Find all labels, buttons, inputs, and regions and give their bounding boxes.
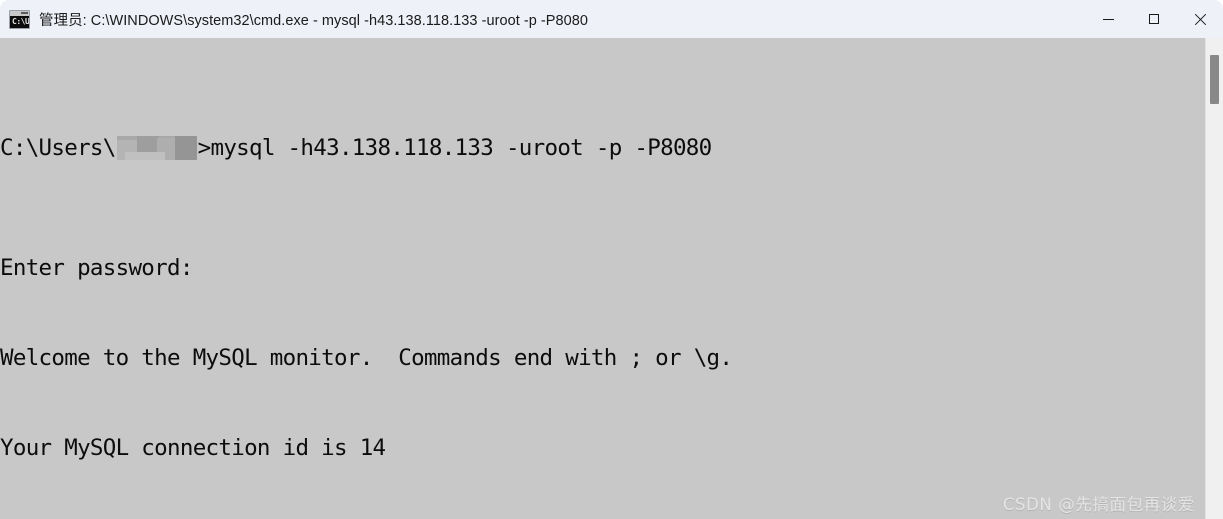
console-line: Enter password:	[0, 255, 193, 281]
console-command: mysql -h43.138.118.133 -uroot -p -P8080	[210, 135, 712, 161]
cmd-window: C:\Users\ 管理员: C:\WINDOWS\system32\cmd.e…	[0, 0, 1223, 519]
maximize-button[interactable]	[1131, 0, 1177, 38]
maximize-icon	[1149, 14, 1159, 24]
console-output-area[interactable]: C:\Users\ >mysql -h43.138.118.133 -uroot …	[0, 38, 1223, 519]
title-bar[interactable]: C:\Users\ 管理员: C:\WINDOWS\system32\cmd.e…	[0, 0, 1223, 38]
prompt-caret: >	[197, 135, 212, 161]
prompt-path-prefix: C:\Users\	[0, 135, 116, 161]
redacted-username	[116, 136, 197, 160]
close-button[interactable]	[1177, 0, 1223, 38]
title-bar-left: C:\Users\ 管理员: C:\WINDOWS\system32\cmd.e…	[0, 9, 1085, 30]
minimize-icon	[1102, 18, 1114, 20]
vertical-scrollbar[interactable]	[1205, 38, 1223, 519]
cmd-icon-prompt-text: C:\Users\	[12, 16, 30, 26]
console-text: C:\Users\ >mysql -h43.138.118.133 -uroot …	[0, 43, 1190, 519]
close-icon	[1194, 13, 1207, 26]
minimize-button[interactable]	[1085, 0, 1131, 38]
window-controls	[1085, 0, 1223, 38]
console-line-prompt: C:\Users\ >mysql -h43.138.118.133 -uroot …	[0, 133, 1190, 163]
scrollbar-thumb[interactable]	[1210, 55, 1219, 104]
window-title: 管理员: C:\WINDOWS\system32\cmd.exe - mysql…	[39, 12, 588, 29]
console-line: Welcome to the MySQL monitor. Commands e…	[0, 345, 733, 371]
cmd-exe-icon: C:\Users\	[9, 9, 30, 29]
console-line: Your MySQL connection id is 14	[0, 435, 386, 461]
